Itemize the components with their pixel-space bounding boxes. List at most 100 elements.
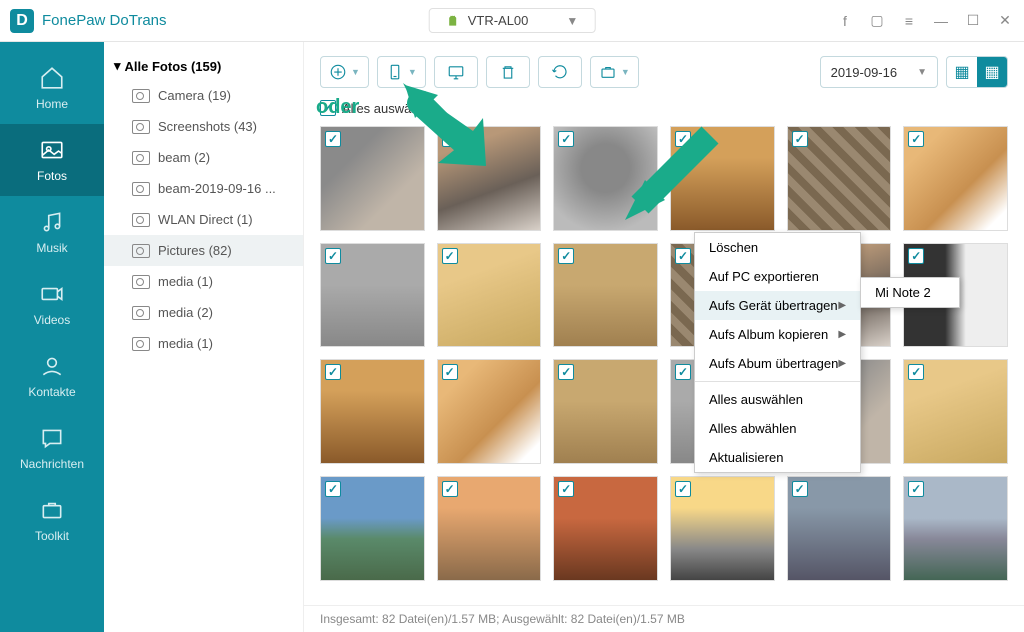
album-button[interactable]: ▼ (590, 56, 639, 88)
delete-button[interactable] (486, 56, 530, 88)
photo-thumb[interactable]: ✓ (903, 359, 1008, 464)
ctx-to-album-move[interactable]: Aufs Abum übertragen▶ (695, 349, 860, 378)
folder-beam-date[interactable]: beam-2019-09-16 ... (104, 173, 303, 204)
checkbox-checked-icon: ✓ (442, 364, 458, 380)
chevron-down-icon: ▼ (621, 67, 630, 77)
folder-icon (132, 120, 150, 134)
photo-thumb[interactable]: ✓ (320, 359, 425, 464)
folder-label: media (1) (158, 336, 213, 351)
ctx-to-device[interactable]: Aufs Gerät übertragen▶ (695, 291, 860, 320)
ctx-sub-device[interactable]: Mi Note 2 (861, 278, 959, 307)
date-filter[interactable]: 2019-09-16 ▼ (820, 56, 938, 88)
checkbox-checked-icon: ✓ (325, 481, 341, 497)
checkbox-checked-icon: ✓ (442, 248, 458, 264)
checkbox-checked-icon: ✓ (325, 131, 341, 147)
nav-fotos[interactable]: Fotos (0, 124, 104, 196)
photo-thumb[interactable]: ✓ (903, 476, 1008, 581)
photo-thumb[interactable]: ✓ (437, 243, 542, 348)
checkbox-checked-icon: ✓ (675, 364, 691, 380)
checkbox-checked-icon: ✓ (558, 481, 574, 497)
add-button[interactable]: ▼ (320, 56, 369, 88)
android-icon (446, 14, 460, 28)
status-bar: Insgesamt: 82 Datei(en)/1.57 MB; Ausgewä… (304, 605, 1024, 632)
checkbox-checked-icon: ✓ (320, 100, 336, 116)
context-menu: Löschen Auf PC exportieren Aufs Gerät üb… (694, 232, 861, 473)
maximize-button[interactable]: ☐ (964, 12, 982, 29)
photo-thumb[interactable]: ✓ (787, 126, 892, 231)
photo-thumb[interactable]: ✓ (553, 476, 658, 581)
checkbox-checked-icon: ✓ (675, 248, 691, 264)
toolbar: ▼ ▼ ▼ 2019-09-16 ▼ ▦ ▦ (304, 42, 1024, 96)
nav-nachrichten-label: Nachrichten (20, 457, 84, 471)
checkbox-checked-icon: ✓ (558, 248, 574, 264)
date-value: 2019-09-16 (831, 65, 898, 80)
grid-small-view[interactable]: ▦ (977, 57, 1007, 87)
ctx-select-all[interactable]: Alles auswählen (695, 385, 860, 414)
photo-thumb[interactable]: ✓ (553, 243, 658, 348)
folder-pictures[interactable]: Pictures (82) (104, 235, 303, 266)
device-selector[interactable]: VTR-AL00 ▼ (429, 8, 596, 33)
photo-thumb[interactable]: ✓ (437, 476, 542, 581)
folder-root[interactable]: ▾ Alle Fotos (159) (104, 52, 303, 80)
chevron-down-icon: ▼ (408, 67, 417, 77)
feedback-icon[interactable]: ▢ (868, 12, 886, 29)
photo-thumb[interactable]: ✓ (670, 126, 775, 231)
titlebar: D FonePaw DoTrans VTR-AL00 ▼ f ▢ ≡ — ☐ ✕ (0, 0, 1024, 42)
checkbox-checked-icon: ✓ (792, 481, 808, 497)
chevron-down-icon: ▼ (917, 67, 927, 78)
folder-wlan-direct[interactable]: WLAN Direct (1) (104, 204, 303, 235)
nav-toolkit[interactable]: Toolkit (0, 484, 104, 556)
photo-thumb[interactable]: ✓ (670, 476, 775, 581)
refresh-button[interactable] (538, 56, 582, 88)
photo-thumb[interactable]: ✓ (320, 243, 425, 348)
folder-camera[interactable]: Camera (19) (104, 80, 303, 111)
grid-large-view[interactable]: ▦ (947, 57, 977, 87)
folder-label: beam (2) (158, 150, 210, 165)
folder-label: media (1) (158, 274, 213, 289)
folder-screenshots[interactable]: Screenshots (43) (104, 111, 303, 142)
ctx-refresh[interactable]: Aktualisieren (695, 443, 860, 472)
nav-musik-label: Musik (36, 241, 67, 255)
checkbox-checked-icon: ✓ (442, 131, 458, 147)
app-title: FonePaw DoTrans (42, 12, 167, 29)
photo-thumb[interactable]: ✓ (437, 126, 542, 231)
photo-icon (39, 137, 65, 163)
menu-icon[interactable]: ≡ (900, 13, 918, 29)
window-controls: f ▢ ≡ — ☐ ✕ (836, 12, 1014, 29)
folder-media-1[interactable]: media (1) (104, 266, 303, 297)
home-icon (39, 65, 65, 91)
photo-thumb[interactable]: ✓ (320, 126, 425, 231)
folder-label: Pictures (82) (158, 243, 232, 258)
ctx-deselect-all[interactable]: Alles abwählen (695, 414, 860, 443)
photo-thumb[interactable]: ✓ (553, 359, 658, 464)
folder-media-3[interactable]: media (1) (104, 328, 303, 359)
folder-label: media (2) (158, 305, 213, 320)
export-device-button[interactable]: ▼ (377, 56, 426, 88)
close-button[interactable]: ✕ (996, 12, 1014, 29)
folder-icon (132, 275, 150, 289)
folder-icon (132, 337, 150, 351)
nav-nachrichten[interactable]: Nachrichten (0, 412, 104, 484)
facebook-icon[interactable]: f (836, 13, 854, 29)
photo-thumb[interactable]: ✓ (787, 476, 892, 581)
checkbox-checked-icon: ✓ (675, 131, 691, 147)
select-all-checkbox[interactable]: ✓ Alles auswählen (304, 96, 1024, 126)
photo-thumb[interactable]: ✓ (553, 126, 658, 231)
toolkit-icon (39, 497, 65, 523)
content-area: ▼ ▼ ▼ 2019-09-16▼ ▦ ▦ ✓ Alles auswählen … (304, 42, 1024, 632)
nav-musik[interactable]: Musik (0, 196, 104, 268)
photo-thumb[interactable]: ✓ (437, 359, 542, 464)
photo-thumb[interactable]: ✓ (903, 126, 1008, 231)
folder-icon (132, 213, 150, 227)
folder-beam[interactable]: beam (2) (104, 142, 303, 173)
folder-media-2[interactable]: media (2) (104, 297, 303, 328)
nav-kontakte[interactable]: Kontakte (0, 340, 104, 412)
export-pc-button[interactable] (434, 56, 478, 88)
nav-videos[interactable]: Videos (0, 268, 104, 340)
minimize-button[interactable]: — (932, 13, 950, 29)
ctx-delete[interactable]: Löschen (695, 233, 860, 262)
photo-thumb[interactable]: ✓ (320, 476, 425, 581)
nav-home[interactable]: Home (0, 52, 104, 124)
ctx-to-album[interactable]: Aufs Album kopieren▶ (695, 320, 860, 349)
ctx-export-pc[interactable]: Auf PC exportieren (695, 262, 860, 291)
